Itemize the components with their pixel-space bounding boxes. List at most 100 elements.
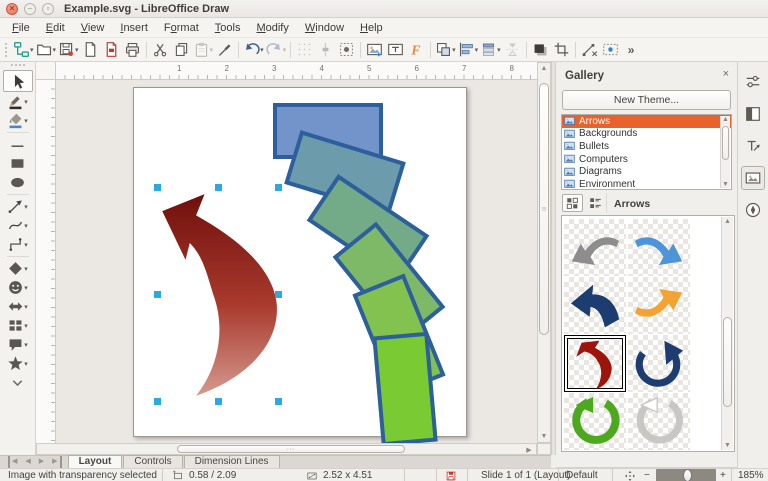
menu-modify[interactable]: Modify xyxy=(248,20,296,36)
new-drawing-dropdown-arrow[interactable]: ▾ xyxy=(30,46,34,54)
selection-handle[interactable] xyxy=(215,184,222,191)
document-modified-icon[interactable] xyxy=(445,469,458,481)
drawing-canvas[interactable] xyxy=(56,80,537,443)
vertical-scrollbar[interactable]: ▲ ≡ ▼ xyxy=(537,62,551,443)
zoom-level[interactable]: 185% xyxy=(738,469,764,481)
insert-line-tool[interactable] xyxy=(3,135,33,154)
gallery-thumbnail-green-circular-arrow[interactable] xyxy=(564,393,626,450)
menu-tools[interactable]: Tools xyxy=(207,20,249,36)
glue-points-button[interactable] xyxy=(600,40,621,60)
selection-handle[interactable] xyxy=(275,398,282,405)
tab-nav-arrow[interactable]: ▶ xyxy=(48,456,61,468)
transformations-dropdown-arrow[interactable]: ▾ xyxy=(452,46,456,54)
connector-tool[interactable]: ▾ xyxy=(3,235,33,254)
page-style-name[interactable]: Default xyxy=(566,469,598,481)
tab-nav-arrow[interactable]: ▶ xyxy=(35,456,48,468)
sidebar-tab-shapes[interactable] xyxy=(741,134,765,158)
connector-dropdown-arrow[interactable]: ▾ xyxy=(24,241,28,249)
selection-handle[interactable] xyxy=(154,184,161,191)
gallery-thumbnail-navy-bold-arrow[interactable] xyxy=(564,277,626,334)
gallery-thumbnail-blue-curved-arrow[interactable] xyxy=(628,219,690,276)
tab-nav-arrow[interactable]: ◀ xyxy=(21,456,34,468)
gallery-thumbnail-orange-curved-arrow[interactable] xyxy=(628,277,690,334)
arrange-button[interactable]: ▾ xyxy=(479,40,502,60)
page-tab-dimension-lines[interactable]: Dimension Lines xyxy=(184,455,280,468)
theme-item-environment[interactable]: Environment xyxy=(562,178,731,190)
window-minimize-button[interactable]: – xyxy=(24,3,36,15)
align-objects-dropdown-arrow[interactable]: ▾ xyxy=(475,46,479,54)
fill-color-dropdown-arrow[interactable]: ▾ xyxy=(24,117,28,125)
flowchart-tool[interactable]: ▾ xyxy=(3,316,33,335)
export-pdf-button[interactable] xyxy=(101,40,122,60)
selection-handle[interactable] xyxy=(275,291,282,298)
line-color-tool[interactable]: ▾ xyxy=(3,92,33,111)
drawing-page[interactable] xyxy=(133,87,467,437)
paste-dropdown-arrow[interactable]: ▾ xyxy=(210,46,214,54)
fontwork-button[interactable] xyxy=(406,40,427,60)
theme-item-computers[interactable]: Computers xyxy=(562,153,731,166)
insert-image-button[interactable] xyxy=(364,40,385,60)
theme-item-arrows[interactable]: Arrows xyxy=(562,115,731,128)
gallery-thumbnail-navy-circular-arrow[interactable] xyxy=(628,335,690,392)
display-grid-button[interactable] xyxy=(294,40,315,60)
open-dropdown-arrow[interactable]: ▾ xyxy=(53,46,57,54)
stars-dropdown-arrow[interactable]: ▾ xyxy=(24,360,28,368)
theme-scroll-up-arrow[interactable]: ▲ xyxy=(721,116,730,123)
new-theme-button[interactable]: New Theme... xyxy=(562,90,731,110)
callouts-dropdown-arrow[interactable]: ▾ xyxy=(24,341,28,349)
thumbs-scroll-up-arrow[interactable]: ▲ xyxy=(722,218,733,225)
more-tools-button[interactable]: » xyxy=(621,40,642,60)
red-curved-arrow-shape[interactable] xyxy=(158,192,285,400)
scroll-right-arrow[interactable]: ▶ xyxy=(524,446,534,454)
edit-points-button[interactable] xyxy=(579,40,600,60)
line-color-dropdown-arrow[interactable]: ▾ xyxy=(24,98,28,106)
block-arrows-dropdown-arrow[interactable]: ▾ xyxy=(24,303,28,311)
rectangle-tool[interactable] xyxy=(3,154,33,173)
align-objects-button[interactable]: ▾ xyxy=(457,40,480,60)
clone-formatting-button[interactable] xyxy=(214,40,235,60)
zoom-slider-knob[interactable] xyxy=(683,469,692,481)
callouts-tool[interactable]: ▾ xyxy=(3,335,33,354)
horizontal-scroll-thumb[interactable]: ⋯ xyxy=(177,445,405,453)
flowchart-dropdown-arrow[interactable]: ▾ xyxy=(24,322,28,330)
menu-view[interactable]: View xyxy=(73,20,113,36)
selection-handle[interactable] xyxy=(275,184,282,191)
crop-button[interactable] xyxy=(551,40,572,60)
paste-button[interactable]: ▾ xyxy=(192,40,215,60)
theme-scroll-thumb[interactable] xyxy=(722,126,729,160)
theme-item-bullets[interactable]: Bullets xyxy=(562,140,731,153)
zoom-pan-button[interactable] xyxy=(336,40,357,60)
print-button[interactable] xyxy=(122,40,143,60)
drawbar-grip[interactable] xyxy=(11,64,25,68)
thumbnails-scrollbar[interactable]: ▲ ▼ xyxy=(721,217,733,450)
vertical-scroll-thumb[interactable]: ≡ xyxy=(539,83,549,335)
redo-button[interactable]: ▾ xyxy=(265,40,288,60)
rotated-rectangle-6[interactable] xyxy=(372,332,437,443)
selection-handle[interactable] xyxy=(154,291,161,298)
shadow-button[interactable] xyxy=(530,40,551,60)
symbol-shapes-tool[interactable]: ▾ xyxy=(3,278,33,297)
curve-tool[interactable]: ▾ xyxy=(3,216,33,235)
menu-file[interactable]: File xyxy=(4,20,38,36)
page-tab-controls[interactable]: Controls xyxy=(123,455,182,468)
basic-shapes-dropdown-arrow[interactable]: ▾ xyxy=(24,265,28,273)
window-maximize-button[interactable]: ▫ xyxy=(42,3,54,15)
gallery-close-icon[interactable]: × xyxy=(723,68,729,80)
menu-format[interactable]: Format xyxy=(156,20,207,36)
scroll-up-arrow[interactable]: ▲ xyxy=(538,65,550,72)
scroll-down-arrow[interactable]: ▼ xyxy=(538,433,550,440)
snap-guides-button[interactable] xyxy=(315,40,336,60)
copy-button[interactable] xyxy=(171,40,192,60)
thumbs-scroll-down-arrow[interactable]: ▼ xyxy=(722,442,733,449)
menu-insert[interactable]: Insert xyxy=(112,20,156,36)
symbol-shapes-dropdown-arrow[interactable]: ▾ xyxy=(24,284,28,292)
transformations-button[interactable]: ▾ xyxy=(434,40,457,60)
menu-window[interactable]: Window xyxy=(297,20,352,36)
ellipse-tool[interactable] xyxy=(3,173,33,192)
selection-handle[interactable] xyxy=(215,398,222,405)
theme-item-backgrounds[interactable]: Backgrounds xyxy=(562,128,731,141)
tab-nav-arrow[interactable]: ◀ xyxy=(8,456,21,468)
export-button[interactable] xyxy=(80,40,101,60)
block-arrows-tool[interactable]: ▾ xyxy=(3,297,33,316)
theme-scroll-down-arrow[interactable]: ▼ xyxy=(721,181,730,188)
